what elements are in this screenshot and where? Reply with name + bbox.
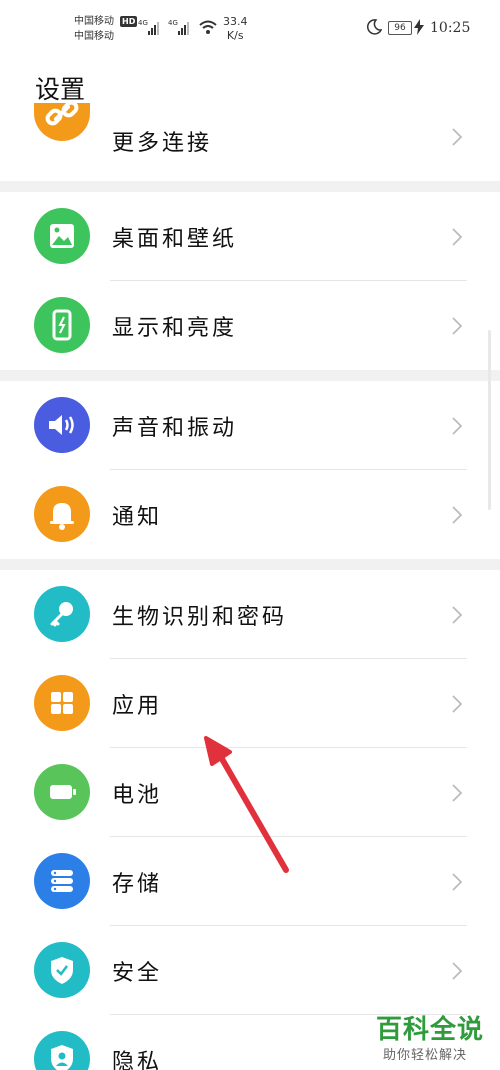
chevron-right-icon: [452, 784, 462, 802]
wifi-icon: [199, 20, 217, 34]
privacy-icon: [34, 1031, 90, 1070]
chevron-right-icon: [452, 128, 462, 146]
charging-icon: [414, 19, 424, 35]
settings-item-storage[interactable]: 存储: [0, 837, 500, 926]
chevron-right-icon: [452, 962, 462, 980]
signal-icon: 4G: [138, 19, 159, 35]
chevron-right-icon: [452, 317, 462, 335]
settings-item-label: 显示和亮度: [112, 316, 238, 341]
section-divider: [0, 370, 500, 381]
status-bar: 中国移动 中国移动 HD 4G 4G 33.4 K/s 96 10:25: [0, 0, 500, 48]
scrollbar[interactable]: [488, 330, 491, 510]
settings-item-display[interactable]: 显示和亮度: [0, 281, 500, 370]
settings-item-label: 安全: [112, 961, 163, 986]
chevron-right-icon: [452, 228, 462, 246]
moon-icon: [366, 19, 382, 35]
settings-item-more-connections[interactable]: 更多连接: [0, 94, 500, 183]
settings-item-label: 通知: [112, 505, 163, 530]
apps-grid-icon: [34, 675, 90, 731]
network-speed: 33.4 K/s: [223, 15, 248, 43]
speed-unit: K/s: [226, 29, 244, 42]
chevron-right-icon: [452, 606, 462, 624]
bell-icon: [34, 486, 90, 542]
battery-indicator: 96: [388, 21, 412, 35]
settings-item-label: 生物识别和密码: [112, 605, 288, 630]
storage-icon: [34, 853, 90, 909]
section-divider: [0, 559, 500, 570]
settings-item-label: 更多连接: [112, 131, 213, 156]
settings-item-sound[interactable]: 声音和振动: [0, 381, 500, 470]
shield-icon: [34, 942, 90, 998]
chevron-right-icon: [452, 417, 462, 435]
carrier-label: 中国移动: [74, 31, 114, 42]
phone-brightness-icon: [34, 297, 90, 353]
settings-item-notifications[interactable]: 通知: [0, 470, 500, 559]
speed-value: 33.4: [223, 15, 248, 28]
settings-item-label: 应用: [112, 694, 163, 719]
signal-icon: 4G: [168, 19, 189, 35]
network-label: 4G: [168, 19, 178, 27]
key-icon: [34, 586, 90, 642]
speaker-icon: [34, 397, 90, 453]
link-icon: [34, 103, 90, 141]
settings-item-label: 桌面和壁纸: [112, 227, 238, 252]
settings-item-label: 声音和振动: [112, 416, 238, 441]
chevron-right-icon: [452, 695, 462, 713]
chevron-right-icon: [452, 506, 462, 524]
settings-item-label: 存储: [112, 872, 163, 897]
settings-item-label: 电池: [112, 783, 163, 808]
settings-item-label: 隐私: [112, 1050, 163, 1070]
clock: 10:25: [430, 20, 471, 36]
carrier-label: 中国移动: [74, 16, 114, 27]
settings-item-apps[interactable]: 应用: [0, 659, 500, 748]
settings-item-wallpaper[interactable]: 桌面和壁纸: [0, 192, 500, 281]
watermark-subtitle: 助你轻松解决: [383, 1048, 468, 1063]
battery-icon: [34, 764, 90, 820]
settings-item-security[interactable]: 安全: [0, 926, 500, 1015]
hd-badge: HD: [120, 16, 138, 27]
network-label: 4G: [138, 19, 148, 27]
image-icon: [34, 208, 90, 264]
settings-item-biometrics[interactable]: 生物识别和密码: [0, 570, 500, 659]
settings-item-battery[interactable]: 电池: [0, 748, 500, 837]
watermark-title: 百科全说: [376, 1015, 485, 1045]
chevron-right-icon: [452, 873, 462, 891]
